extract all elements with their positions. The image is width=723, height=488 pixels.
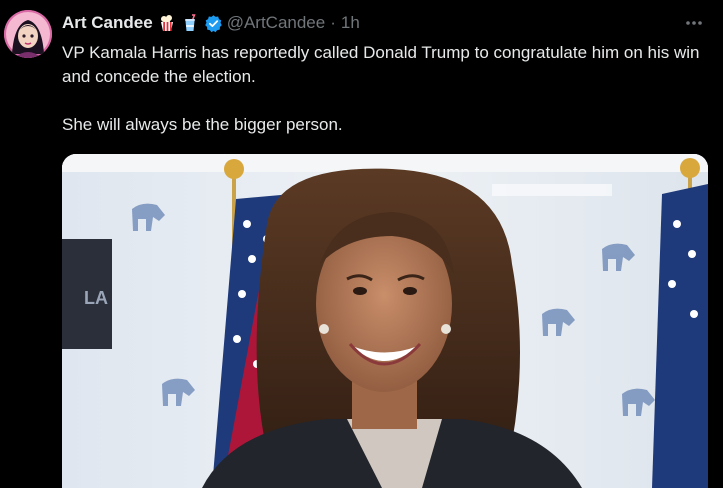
- tweet-photo[interactable]: LA: [62, 154, 708, 488]
- cup-with-straw-emoji-icon: [181, 14, 199, 32]
- tweet-header: Art Candee @ArtCandee · 1h: [62, 12, 360, 34]
- tweet-text: VP Kamala Harris has reportedly called D…: [62, 41, 702, 137]
- avatar[interactable]: [4, 10, 52, 58]
- timestamp[interactable]: 1h: [341, 13, 360, 33]
- tweet-text-paragraph-2: She will always be the bigger person.: [62, 115, 343, 134]
- display-name[interactable]: Art Candee: [62, 13, 153, 33]
- separator-dot: ·: [330, 13, 336, 32]
- avatar-illustration: [4, 10, 52, 58]
- popcorn-emoji-icon: [158, 14, 176, 32]
- verified-badge-icon[interactable]: [204, 14, 222, 33]
- sign-text: LA: [84, 288, 108, 308]
- handle[interactable]: @ArtCandee: [227, 13, 326, 33]
- more-horizontal-icon[interactable]: [683, 12, 705, 34]
- tweet-text-paragraph-1: VP Kamala Harris has reportedly called D…: [62, 43, 700, 86]
- tweet[interactable]: Art Candee @ArtCandee · 1h VP Kamala Har…: [0, 0, 723, 488]
- photo-illustration: LA: [62, 154, 708, 488]
